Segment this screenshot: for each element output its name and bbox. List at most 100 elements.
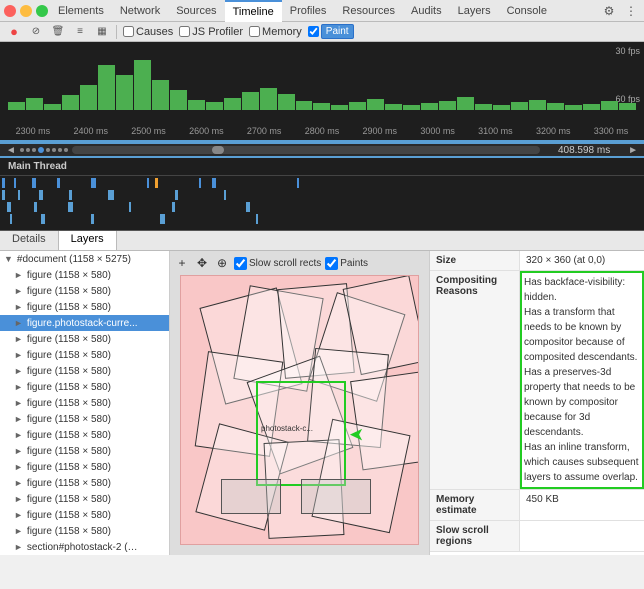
dot2 (26, 148, 30, 152)
memory-checkbox[interactable]: Memory (249, 26, 302, 38)
tree-item-figure-11[interactable]: ► figure (1158 × 580) (0, 443, 169, 459)
tick-2800: 2800 ms (293, 126, 351, 136)
bar (439, 101, 456, 110)
tree-panel: ▼ #document (1158 × 5275) ► figure (1158… (0, 251, 170, 555)
bar (601, 101, 618, 110)
circle-icon2 (20, 5, 32, 17)
slow-scroll-label: Slow scroll rects (249, 258, 321, 269)
js-profiler-checkbox[interactable]: JS Profiler (179, 26, 243, 38)
scrollbar-thumb[interactable] (212, 146, 224, 154)
causes-checkbox[interactable]: Causes (123, 26, 173, 38)
tab-layers[interactable]: Layers (450, 0, 499, 22)
memory-label: Memory estimate (430, 490, 520, 520)
tree-item-figure-12[interactable]: ► figure (1158 × 580) (0, 459, 169, 475)
size-label: Size (430, 251, 520, 270)
bar (296, 101, 313, 110)
tick-2500: 2500 ms (120, 126, 178, 136)
thread-block3 (246, 202, 250, 212)
tab-audits[interactable]: Audits (403, 0, 450, 22)
add-layer-button[interactable]: + (174, 255, 190, 271)
slow-scroll-label: Slow scroll regions (430, 521, 520, 551)
canvas-panel: + ✥ ⊕ Slow scroll rects Paints (170, 251, 429, 555)
paints-checkbox[interactable]: Paints (325, 257, 368, 270)
thread-block (199, 178, 201, 188)
tree-item-figure-1[interactable]: ► figure (1158 × 580) (0, 267, 169, 283)
tree-item-figure-3[interactable]: ► figure (1158 × 580) (0, 299, 169, 315)
tree-item-label: figure (1158 × 580) (27, 462, 111, 473)
tab-details[interactable]: Details (0, 231, 59, 250)
stop-button[interactable]: ⊘ (28, 24, 44, 40)
tab-timeline[interactable]: Timeline (225, 0, 282, 22)
thread-block (212, 178, 216, 188)
tick-3100: 3100 ms (467, 126, 525, 136)
bar (529, 100, 546, 110)
tree-item-section-photostack[interactable]: ► section#photostack-2 (… (0, 539, 169, 555)
tree-arrow: ► (14, 286, 23, 296)
tree-item-document[interactable]: ▼ #document (1158 × 5275) (0, 251, 169, 267)
thread-block4 (91, 214, 94, 224)
scrollbar-track[interactable] (72, 146, 540, 154)
tree-arrow: ► (14, 334, 23, 344)
tree-item-figure-2[interactable]: ► figure (1158 × 580) (0, 283, 169, 299)
thread-block2 (69, 190, 72, 200)
tab-console[interactable]: Console (499, 0, 555, 22)
tick-2900: 2900 ms (351, 126, 409, 136)
bar (457, 97, 474, 110)
tree-item-label: figure (1158 × 580) (27, 446, 111, 457)
tree-item-figure-6[interactable]: ► figure (1158 × 580) (0, 363, 169, 379)
bar (547, 103, 564, 110)
tab-elements[interactable]: Elements (50, 0, 112, 22)
bar (80, 85, 97, 110)
tree-item-label: figure (1158 × 580) (27, 350, 111, 361)
scroll-left[interactable]: ◄ (6, 145, 16, 156)
bar (493, 105, 510, 110)
tree-item-figure-14[interactable]: ► figure (1158 × 580) (0, 491, 169, 507)
dot7 (58, 148, 62, 152)
tree-arrow: ► (14, 462, 23, 472)
bar (116, 75, 133, 110)
selection-arrow: ➤ (349, 424, 364, 445)
layer-rect-bottom-2 (301, 479, 371, 514)
settings-icon[interactable]: ⚙ (600, 2, 618, 20)
tree-item-figure-5[interactable]: ► figure (1158 × 580) (0, 347, 169, 363)
bar (619, 103, 636, 110)
overflow-icon[interactable]: ⋮ (622, 2, 640, 20)
tab-network[interactable]: Network (112, 0, 168, 22)
tree-item-figure-7[interactable]: ► figure (1158 × 580) (0, 379, 169, 395)
record-button[interactable]: ● (6, 24, 22, 40)
tree-arrow: ► (14, 526, 23, 536)
paint-checkbox[interactable]: Paint (308, 24, 354, 39)
thread-block4 (41, 214, 45, 224)
tree-item-figure-4[interactable]: ► figure (1158 × 580) (0, 331, 169, 347)
slow-scroll-checkbox[interactable]: Slow scroll rects (234, 257, 321, 270)
tab-profiles[interactable]: Profiles (282, 0, 335, 22)
tree-item-figure-10[interactable]: ► figure (1158 × 580) (0, 427, 169, 443)
tree-item-figure-15[interactable]: ► figure (1158 × 580) (0, 507, 169, 523)
tab-sources[interactable]: Sources (168, 0, 224, 22)
thread-block (57, 178, 60, 188)
bar (583, 104, 600, 110)
tree-item-label: figure (1158 × 580) (27, 414, 111, 425)
tree-item-figure-16[interactable]: ► figure (1158 × 580) (0, 523, 169, 539)
tree-item-figure-13[interactable]: ► figure (1158 × 580) (0, 475, 169, 491)
bar-chart-button[interactable]: ▦ (94, 24, 110, 40)
thread-row-1 (0, 178, 644, 190)
move-tool-button[interactable]: ⊕ (214, 255, 230, 271)
tree-item-figure-9[interactable]: ► figure (1158 × 580) (0, 411, 169, 427)
tick-2400: 2400 ms (62, 126, 120, 136)
clear-button[interactable]: 🗑 (50, 24, 66, 40)
bar (188, 100, 205, 110)
thread-block2 (18, 190, 20, 200)
tab-resources[interactable]: Resources (334, 0, 403, 22)
tree-item-figure-8[interactable]: ► figure (1158 × 580) (0, 395, 169, 411)
scroll-right[interactable]: ► (628, 145, 638, 156)
timeline-scrollbar[interactable]: ◄ 408.598 ms ► (0, 142, 644, 158)
pan-tool-button[interactable]: ✥ (194, 255, 210, 271)
rect-label: photostack-c... (261, 424, 313, 433)
compositing-label: Compositing Reasons (430, 271, 520, 489)
tab-layers[interactable]: Layers (59, 231, 117, 250)
filter-button[interactable]: ≡ (72, 24, 88, 40)
tick-3000: 3000 ms (409, 126, 467, 136)
memory-value: 450 KB (520, 490, 644, 520)
tree-item-figure-photostack[interactable]: ► figure.photostack-curre... (0, 315, 169, 331)
